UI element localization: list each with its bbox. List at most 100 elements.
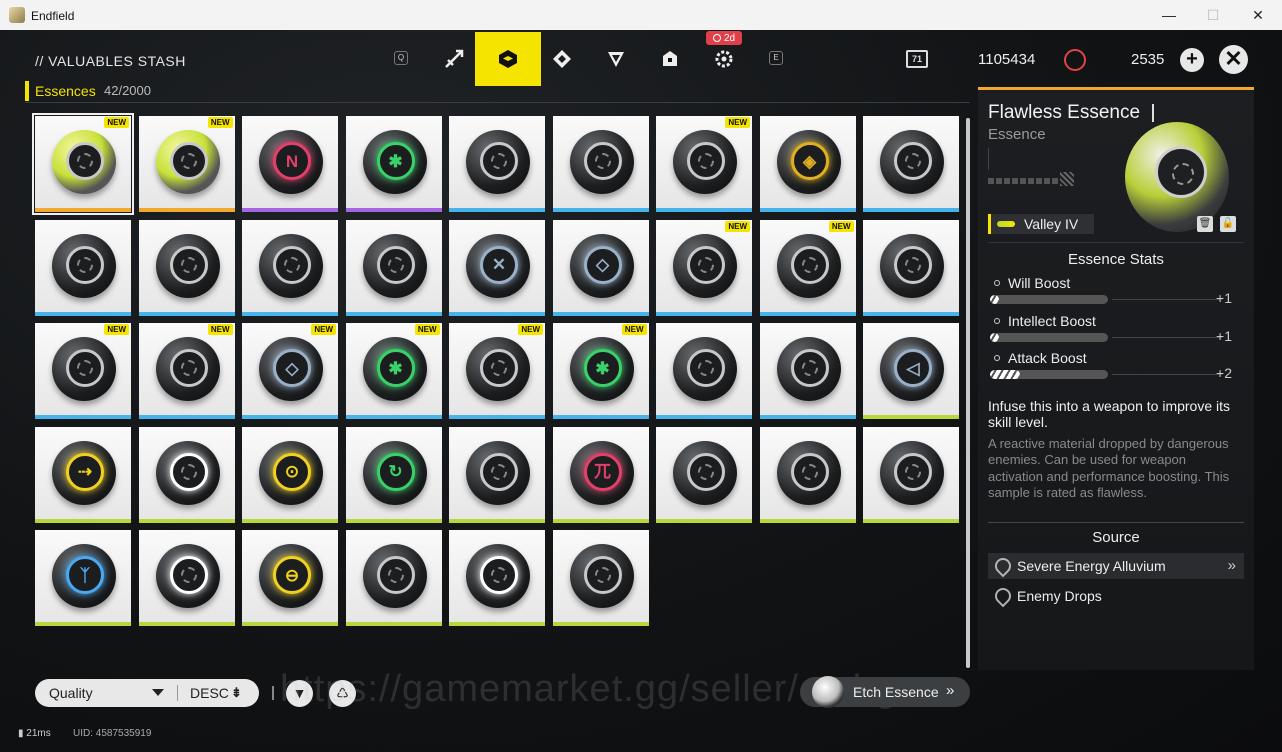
essence-icon	[673, 233, 737, 298]
close-stash-button[interactable]: ✕	[1219, 45, 1248, 74]
stat-name: Attack Boost	[1008, 350, 1087, 366]
add-currency-button[interactable]: +	[1180, 48, 1204, 72]
scrollbar-thumb[interactable]	[966, 118, 970, 668]
essence-slot[interactable]	[138, 426, 235, 523]
source-item[interactable]: Severe Energy Alluvium »	[988, 553, 1244, 579]
essence-slot[interactable]: NEW	[656, 219, 752, 316]
essence-slot[interactable]	[656, 323, 752, 419]
essence-icon: 兀	[569, 440, 634, 505]
sort-order-icon[interactable]: ⇟	[231, 685, 242, 701]
essence-slot[interactable]: NEW	[32, 113, 134, 215]
essence-slot[interactable]: ✱ NEW	[552, 323, 649, 419]
stat-row: Intellect Boost +1	[988, 313, 1244, 349]
trash-button[interactable]: 🗑	[1197, 216, 1213, 232]
grid-scrollbar[interactable]	[966, 118, 970, 668]
new-badge: NEW	[828, 220, 854, 232]
essence-slot[interactable]: ◇	[552, 219, 649, 316]
order-toggle[interactable]: DESC	[190, 685, 229, 701]
essence-slot[interactable]	[35, 219, 131, 316]
essence-slot[interactable]	[345, 219, 442, 316]
essence-slot[interactable]	[863, 116, 959, 212]
essence-slot[interactable]	[345, 530, 442, 626]
essence-icon	[569, 130, 634, 194]
divider	[177, 685, 178, 701]
lock-button[interactable]: 🔓	[1220, 216, 1236, 232]
essence-slot[interactable]	[138, 530, 235, 626]
gear-tab-icon	[553, 50, 571, 68]
essence-slot[interactable]	[449, 530, 545, 626]
essence-slot[interactable]: ⊖	[242, 530, 338, 626]
essence-slot[interactable]: 兀	[552, 426, 649, 523]
essence-slot[interactable]: NEW	[138, 323, 235, 419]
double-chevron-icon: »	[1227, 557, 1236, 574]
weapon-icon	[445, 49, 464, 68]
chevron-down-icon[interactable]	[152, 689, 164, 696]
essence-slot[interactable]: NEW	[138, 116, 235, 212]
essence-slot[interactable]	[656, 426, 752, 523]
user-id: UID: 4587535919	[73, 728, 152, 739]
essence-icon	[466, 440, 530, 505]
source-item: Enemy Drops	[988, 583, 1244, 609]
essence-icon	[52, 233, 116, 298]
currency-ticket-icon: 71	[906, 50, 928, 68]
essence-slot[interactable]	[759, 323, 856, 419]
essence-slot[interactable]: ◈	[759, 116, 856, 212]
essence-icon: ✕	[466, 233, 530, 298]
essence-icon	[776, 233, 841, 298]
essence-icon	[673, 440, 737, 505]
essence-slot[interactable]	[449, 116, 545, 212]
essence-icon: ✱	[569, 337, 634, 401]
minimize-button[interactable]: —	[1146, 4, 1192, 26]
essence-slot[interactable]	[863, 426, 959, 523]
essence-slot[interactable]	[759, 426, 856, 523]
stat-bar	[990, 295, 1108, 304]
maximize-button[interactable]: ☐	[1190, 4, 1236, 26]
essence-slot[interactable]	[138, 219, 235, 316]
essence-slot[interactable]: NEW	[759, 219, 856, 316]
category-count: 42/2000	[104, 83, 151, 98]
cog-icon	[715, 50, 733, 68]
category-label[interactable]: Essences	[35, 83, 96, 99]
essence-slot[interactable]: N	[242, 116, 338, 212]
qr-icon	[1060, 172, 1074, 186]
essence-slot[interactable]: ⇢	[35, 426, 131, 523]
window-title: Endfield	[31, 9, 75, 23]
essence-slot[interactable]: ᛉ	[35, 530, 131, 626]
game-area: // VALUABLES STASH Q 2d E 71 1105434 253…	[0, 30, 1282, 752]
essence-slot[interactable]	[552, 116, 649, 212]
essence-icon	[155, 130, 220, 194]
close-window-button[interactable]: ✕	[1235, 4, 1281, 26]
etch-essence-button[interactable]: Etch Essence »	[800, 676, 970, 708]
essence-slot[interactable]: ◁	[863, 323, 959, 419]
clock-icon	[712, 34, 721, 42]
item-category: Essence	[988, 126, 1046, 143]
essence-icon	[569, 544, 634, 608]
new-badge: NEW	[207, 324, 233, 335]
essence-slot[interactable]: ✕	[449, 219, 545, 316]
essence-slot[interactable]: NEW	[656, 116, 752, 212]
essence-slot[interactable]	[242, 219, 338, 316]
divider	[1112, 374, 1222, 375]
essence-slot[interactable]: ⊙	[242, 426, 338, 523]
essence-slot[interactable]: NEW	[35, 323, 131, 419]
new-badge: NEW	[414, 324, 440, 335]
stat-bar	[990, 370, 1108, 379]
essence-slot[interactable]: ✱ NEW	[345, 323, 442, 419]
essence-icon	[52, 337, 116, 401]
essence-slot[interactable]: ◇ NEW	[242, 323, 338, 419]
essence-slot[interactable]: NEW	[449, 323, 545, 419]
essence-icon: ✱	[362, 130, 427, 194]
essence-icon	[155, 337, 220, 401]
essence-icon: ⊖	[259, 544, 323, 608]
sort-select[interactable]: Quality	[49, 685, 93, 701]
essence-slot[interactable]	[552, 530, 649, 626]
essence-slot[interactable]: ✱	[345, 116, 442, 212]
sort-control: Quality DESC ⇟	[35, 679, 259, 707]
essence-icon	[673, 130, 737, 194]
stat-value: +1	[1216, 327, 1232, 344]
essence-slot[interactable]: ↻	[345, 426, 442, 523]
essence-slot[interactable]	[863, 219, 959, 316]
essence-slot[interactable]	[449, 426, 545, 523]
essence-icon	[466, 130, 530, 194]
stat-value: +1	[1216, 290, 1232, 306]
